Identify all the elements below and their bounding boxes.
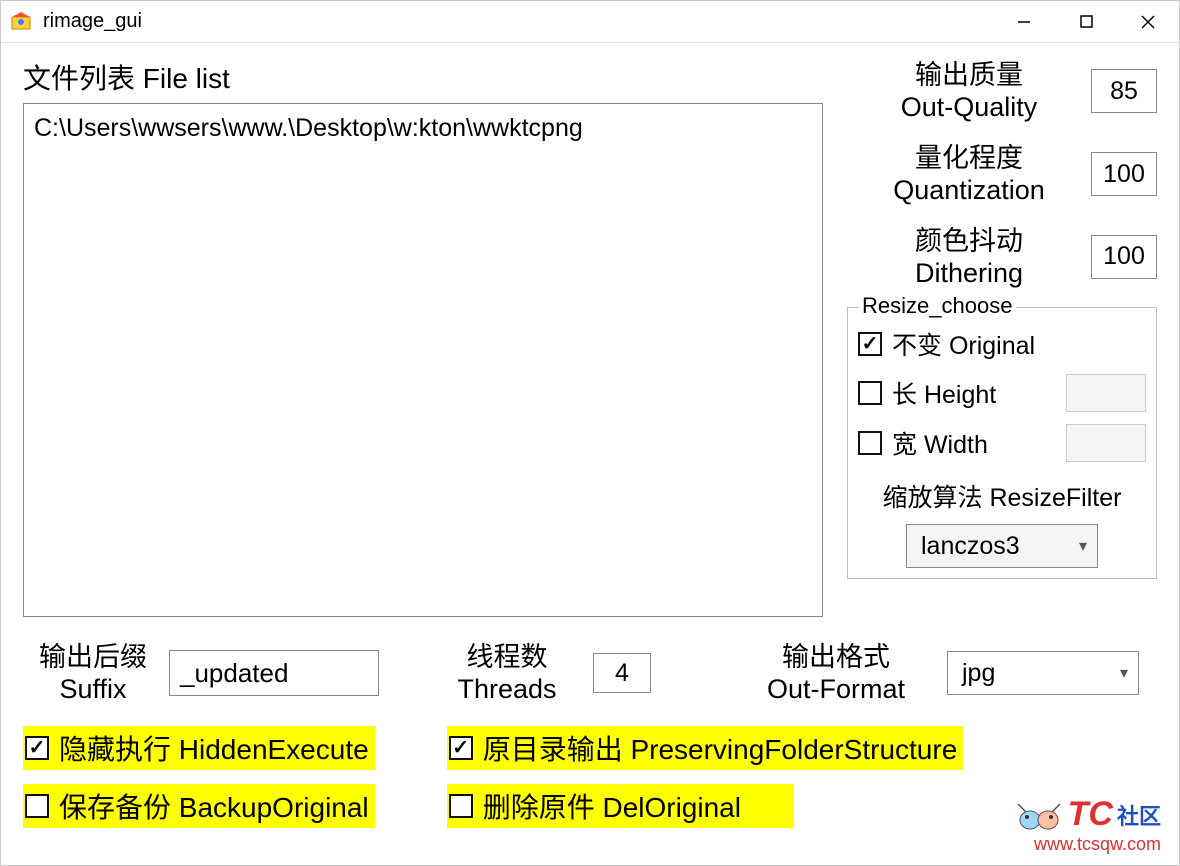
app-window: rimage_gui 文件列表 File list C:\Users\wwser… (0, 0, 1180, 866)
check-col-left: 隐藏执行 HiddenExecute 保存备份 BackupOriginal (23, 726, 375, 828)
quality-row: 输出质量 Out-Quality (847, 59, 1157, 124)
format-label: 输出格式 Out-Format (739, 641, 933, 706)
delete-original-label: 删除原件 DelOriginal (483, 786, 741, 826)
app-icon (9, 10, 33, 34)
maximize-button[interactable] (1055, 1, 1117, 42)
dithering-row: 颜色抖动 Dithering (847, 225, 1157, 290)
suffix-label: 输出后缀 Suffix (23, 641, 163, 706)
window-controls (993, 1, 1179, 42)
delete-original-check[interactable]: 删除原件 DelOriginal (447, 784, 793, 828)
backup-original-check[interactable]: 保存备份 BackupOriginal (23, 784, 375, 828)
file-list-section: 文件列表 File list C:\Users\wwsers\www.\Desk… (23, 57, 835, 617)
resize-height-label: 长 Height (892, 375, 996, 411)
quantization-input[interactable] (1091, 152, 1157, 196)
quality-input[interactable] (1091, 69, 1157, 113)
watermark-brand: TC 社区 (1014, 795, 1161, 834)
backup-original-label: 保存备份 BackupOriginal (59, 786, 369, 826)
preserve-folder-check[interactable]: 原目录输出 PreservingFolderStructure (447, 726, 964, 770)
hidden-execute-label: 隐藏执行 HiddenExecute (59, 728, 369, 768)
content-area: 文件列表 File list C:\Users\wwsers\www.\Desk… (1, 43, 1179, 865)
resize-width-input[interactable] (1066, 424, 1146, 462)
format-combo[interactable]: jpg ▾ (947, 651, 1139, 695)
bottom-row1: 输出后缀 Suffix _updated 线程数 Threads 输出格式 Ou… (23, 641, 1157, 706)
file-list-box[interactable]: C:\Users\wwsers\www.\Desktop\w:kton\wwkt… (23, 103, 823, 617)
resize-original-label: 不变 Original (892, 326, 1035, 362)
bottom-row2: 隐藏执行 HiddenExecute 保存备份 BackupOriginal 原… (23, 726, 1157, 828)
close-button[interactable] (1117, 1, 1179, 42)
check-col-right: 原目录输出 PreservingFolderStructure 删除原件 Del… (447, 726, 964, 828)
resize-legend: Resize_choose (858, 293, 1016, 319)
resize-width-row: 宽 Width (858, 424, 1146, 462)
dithering-label: 颜色抖动 Dithering (847, 225, 1091, 290)
backup-original-checkbox[interactable] (25, 794, 49, 818)
threads-label: 线程数 Threads (437, 641, 577, 706)
quantization-row: 量化程度 Quantization (847, 142, 1157, 207)
chevron-down-icon: ▾ (1120, 663, 1128, 683)
resize-width-label: 宽 Width (892, 425, 988, 461)
resize-height-checkbox[interactable] (858, 381, 882, 405)
quantization-label: 量化程度 Quantization (847, 142, 1091, 207)
resize-filter-value: lanczos3 (921, 532, 1079, 561)
dithering-input[interactable] (1091, 235, 1157, 279)
titlebar: rimage_gui (1, 1, 1179, 43)
threads-input[interactable] (593, 653, 651, 693)
resize-height-row: 长 Height (858, 374, 1146, 412)
watermark-url: www.tcsqw.com (1014, 834, 1161, 855)
file-list-item[interactable]: C:\Users\wwsers\www.\Desktop\w:kton\wwkt… (34, 110, 812, 146)
preserve-folder-checkbox[interactable] (449, 736, 473, 760)
quality-label: 输出质量 Out-Quality (847, 59, 1091, 124)
preserve-folder-label: 原目录输出 PreservingFolderStructure (483, 728, 958, 768)
file-list-label: 文件列表 File list (23, 57, 835, 97)
format-value: jpg (962, 659, 1120, 688)
mascot-icon (1014, 798, 1064, 832)
window-title: rimage_gui (43, 10, 142, 33)
top-row: 文件列表 File list C:\Users\wwsers\www.\Desk… (23, 57, 1157, 617)
resize-filter-combo[interactable]: lanczos3 ▾ (906, 524, 1098, 568)
resize-original-row: 不变 Original (858, 326, 1146, 362)
resize-width-checkbox[interactable] (858, 431, 882, 455)
resize-height-input[interactable] (1066, 374, 1146, 412)
resize-filter-label: 缩放算法 ResizeFilter (858, 478, 1146, 514)
chevron-down-icon: ▾ (1079, 536, 1087, 556)
watermark: TC 社区 www.tcsqw.com (1014, 795, 1161, 855)
hidden-execute-check[interactable]: 隐藏执行 HiddenExecute (23, 726, 375, 770)
resize-original-checkbox[interactable] (858, 332, 882, 356)
resize-group: Resize_choose 不变 Original 长 Height 宽 Wid… (847, 307, 1157, 579)
suffix-input[interactable]: _updated (169, 650, 379, 696)
hidden-execute-checkbox[interactable] (25, 736, 49, 760)
right-panel: 输出质量 Out-Quality 量化程度 Quantization 颜色抖动 (847, 57, 1157, 617)
minimize-button[interactable] (993, 1, 1055, 42)
delete-original-checkbox[interactable] (449, 794, 473, 818)
